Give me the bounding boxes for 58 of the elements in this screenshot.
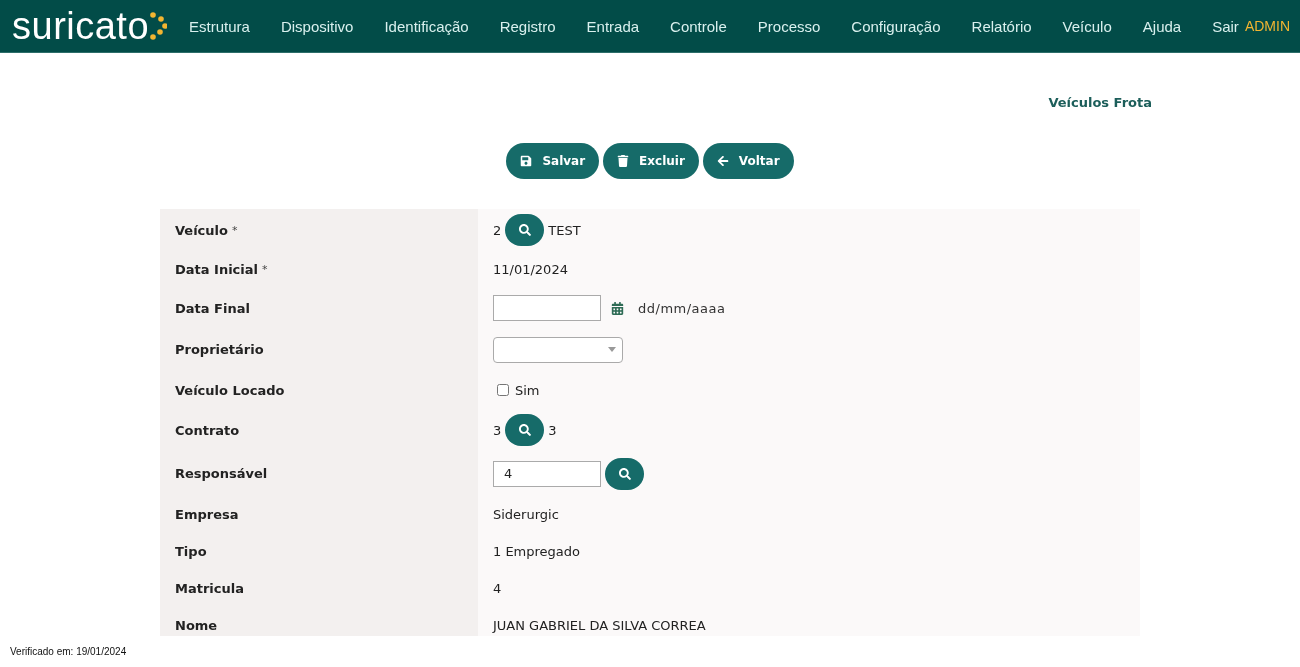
required-mark: * [232, 223, 238, 237]
date-input-field[interactable] [493, 295, 601, 321]
nav-menu-item[interactable]: Registro [499, 17, 556, 35]
nav-menu-item[interactable]: Sair [1212, 17, 1239, 35]
back-button[interactable]: Voltar [702, 143, 794, 179]
checkbox-label: Sim [515, 382, 540, 398]
nav-menu-item[interactable]: Entrada [586, 17, 640, 35]
value-text: 1 Empregado [493, 544, 580, 559]
caret-icon [608, 347, 616, 352]
trash-icon [617, 155, 630, 167]
nav-menu-item[interactable]: Processo [757, 17, 821, 35]
field-label: Data Inicial [175, 262, 258, 277]
checkbox[interactable] [497, 384, 509, 396]
value-text: TEST [548, 222, 581, 238]
arrow-left-icon [716, 155, 729, 167]
search-button[interactable] [505, 414, 545, 446]
field-label: Veículo Locado [175, 382, 285, 398]
field-label: Nome [175, 618, 218, 633]
save-button[interactable]: Salvar [506, 143, 600, 179]
code-text: 3 [493, 422, 502, 438]
field-label: Veículo [175, 222, 228, 238]
value-text: 11/01/2024 [493, 262, 568, 277]
user-name[interactable]: ADMIN [1244, 18, 1290, 34]
search-button[interactable] [505, 214, 545, 246]
value-text: 3 [548, 422, 557, 438]
search-icon [518, 224, 531, 236]
input-field[interactable]: 4 [493, 460, 601, 487]
field-label: Proprietário [175, 342, 264, 357]
page-title: Veículos Frota [1048, 95, 1152, 110]
search-icon [518, 424, 531, 436]
logo-dots-icon [149, 11, 168, 41]
nav-menu-item[interactable]: Identificação [384, 17, 469, 35]
code-text: 2 [493, 222, 502, 238]
select-field[interactable] [493, 336, 623, 363]
nav-menu-item[interactable]: Estrutura [189, 17, 250, 35]
calendar-icon[interactable] [611, 301, 624, 315]
field-label: Matricula [175, 581, 244, 596]
value-text: JUAN GABRIEL DA SILVA CORREA [493, 618, 706, 633]
date-format-hint: dd/mm/aaaa [638, 300, 726, 316]
search-icon [618, 467, 631, 480]
field-label: Contrato [175, 422, 240, 438]
required-mark: * [262, 263, 268, 276]
nav-menu-item[interactable]: Configuração [851, 17, 941, 35]
nav-menu-item[interactable]: Relatório [971, 17, 1032, 35]
value-text: Siderurgic [493, 507, 559, 522]
field-label: Responsável [175, 466, 268, 481]
field-label: Data Final [175, 300, 250, 316]
logo-text: suricato [12, 7, 150, 45]
field-label: Tipo [175, 544, 207, 559]
verification-date: Verificado em: 19/01/2024 [10, 646, 127, 657]
nav-menu-item[interactable]: Dispositivo [280, 17, 354, 35]
nav-menu-item[interactable]: Veículo [1062, 17, 1112, 35]
field-label: Empresa [175, 507, 239, 522]
nav-menu-item[interactable]: Ajuda [1142, 17, 1182, 35]
search-button[interactable] [605, 457, 644, 490]
delete-button[interactable]: Excluir [603, 143, 699, 179]
value-text: 4 [493, 581, 502, 596]
nav-menu-item[interactable]: Controle [670, 17, 727, 35]
